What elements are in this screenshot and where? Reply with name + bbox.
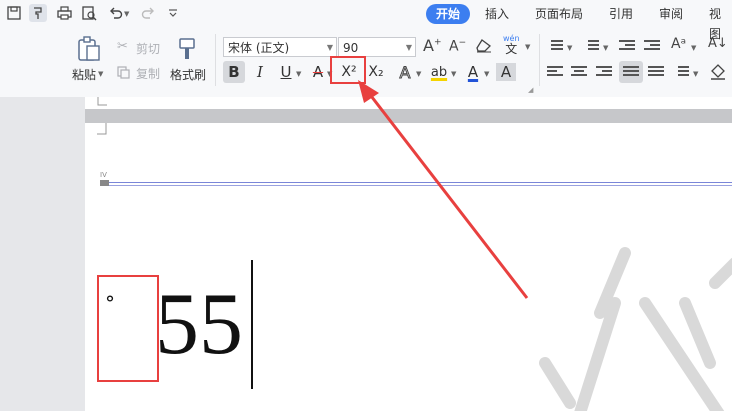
annotation-arrow bbox=[358, 80, 529, 299]
arrow-head-icon bbox=[358, 80, 379, 103]
